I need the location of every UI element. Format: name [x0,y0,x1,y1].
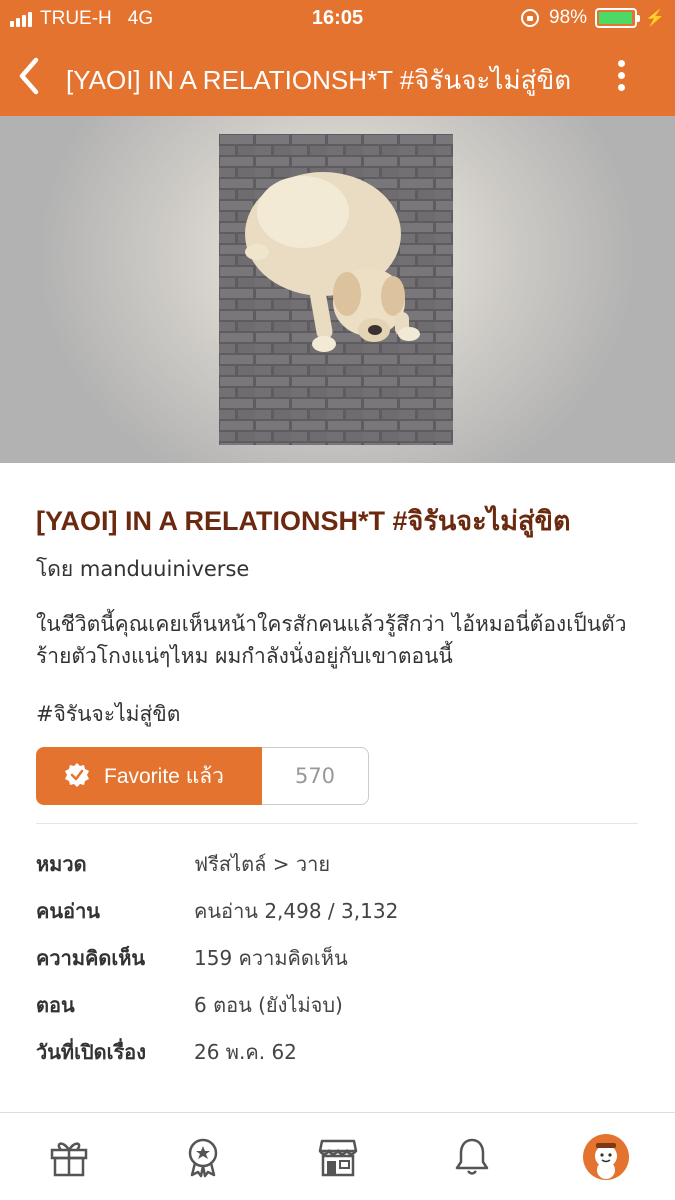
bell-icon [455,1138,488,1175]
info-label: ตอน [36,992,75,1017]
award-icon [189,1138,218,1178]
story-title: [YAOI] IN A RELATIONSH*T #จิรันจะไม่สู่ข… [36,506,571,536]
info-row-start-date: วันที่เปิดเรื่อง 26 พ.ค. 62 [36,1028,638,1075]
more-options-button[interactable] [615,60,627,96]
shop-icon [318,1139,357,1177]
cover-banner [0,116,675,463]
profile-icon [583,1134,629,1180]
info-row-category: หมวด ฟรีสไตล์ > วาย [36,840,638,887]
cover-image [219,134,453,445]
author-link[interactable]: โดย manduuiniverse [36,553,638,586]
gift-icon [50,1142,88,1177]
favorite-group: Favorite แล้ว 570 [36,747,638,805]
bottom-tab-bar [0,1112,675,1200]
favorite-button[interactable]: Favorite แล้ว [36,747,262,805]
favorite-badge-icon [65,763,89,787]
info-label: คนอ่าน [36,898,100,923]
tab-notifications[interactable] [437,1113,507,1200]
info-value[interactable]: 159 ความคิดเห็น [194,942,348,974]
story-details: [YAOI] IN A RELATIONSH*T #จิรันจะไม่สู่ข… [36,463,638,1075]
status-bar: TRUE-H 4G 16:05 98% ⚡ [0,0,675,38]
info-value: คนอ่าน 2,498 / 3,132 [194,898,399,923]
tab-profile[interactable] [571,1113,641,1200]
tab-gift[interactable] [34,1113,104,1200]
rotation-lock-icon [521,9,540,27]
nav-bar: [YAOI] IN A RELATIONSH*T #จิรันจะไม่สู่ข… [0,38,675,116]
nav-title: [YAOI] IN A RELATIONSH*T #จิรันจะไม่สู่ข… [66,65,572,95]
tab-shop[interactable] [303,1113,373,1200]
info-row-comments: ความคิดเห็น 159 ความคิดเห็น [36,934,638,981]
story-description: ในชีวิตนี้คุณเคยเห็นหน้าใครสักคนแล้วรู้ส… [36,612,627,668]
info-table: หมวด ฟรีสไตล์ > วาย คนอ่าน คนอ่าน 2,498 … [36,840,638,1075]
info-label: วันที่เปิดเรื่อง [36,1039,146,1064]
battery-icon [595,8,641,28]
divider [36,823,638,824]
back-button[interactable] [14,56,44,96]
tab-award[interactable] [168,1113,238,1200]
info-value: 26 พ.ค. 62 [194,1039,297,1064]
charging-icon: ⚡ [645,10,665,27]
info-row-readers: คนอ่าน คนอ่าน 2,498 / 3,132 [36,887,638,934]
info-row-chapters: ตอน 6 ตอน (ยังไม่จบ) [36,981,638,1028]
info-label: ความคิดเห็น [36,945,146,970]
info-value: 6 ตอน (ยังไม่จบ) [194,992,343,1017]
info-value[interactable]: ฟรีสไตล์ > วาย [194,848,330,880]
chevron-left-icon [19,57,39,95]
favorite-count: 570 [262,747,369,805]
hashtag-link[interactable]: #จิรันจะไม่สู่ขิต [36,698,638,731]
info-label: หมวด [36,851,87,876]
favorite-label: Favorite แล้ว [104,764,224,788]
battery-percent: 98% [549,7,588,28]
